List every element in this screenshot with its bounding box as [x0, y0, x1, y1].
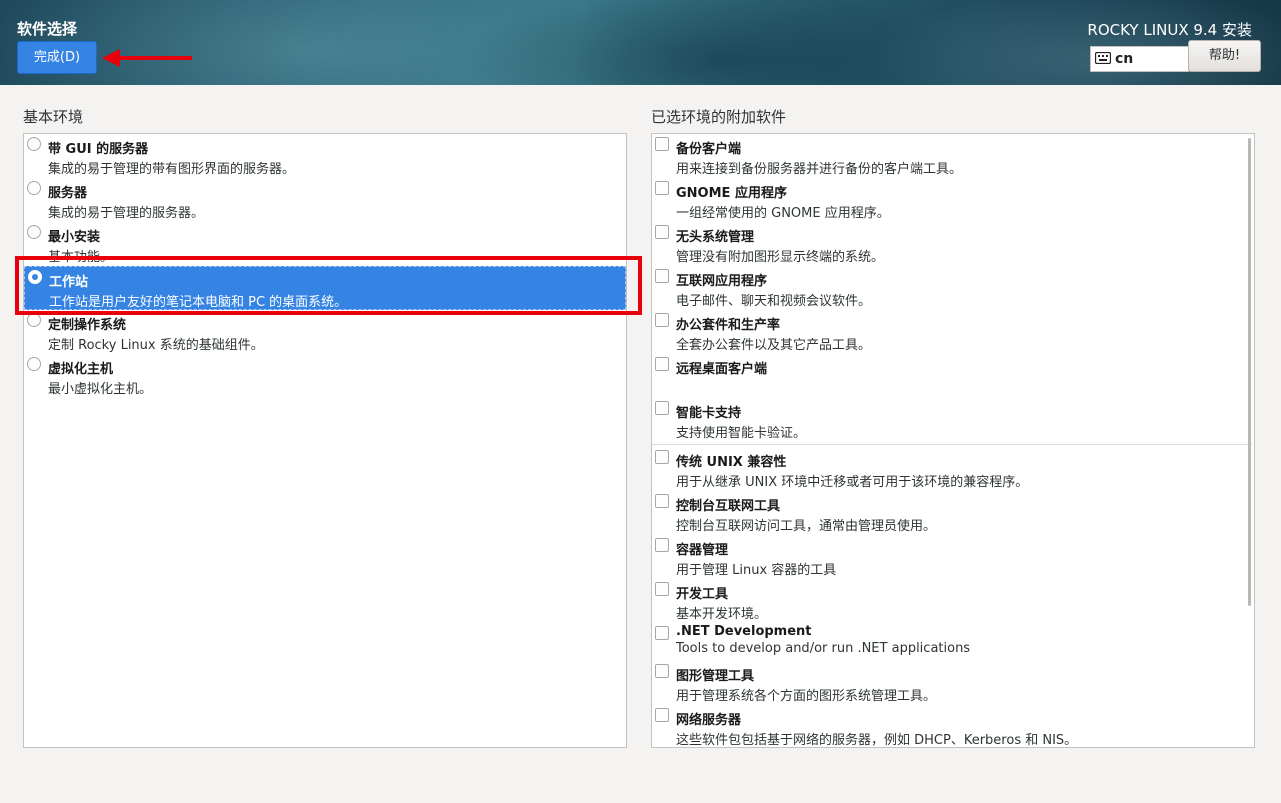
checkbox[interactable] — [655, 269, 669, 283]
addon-description: 电子邮件、聊天和视频会议软件。 — [676, 294, 872, 309]
addon-name: 图形管理工具 — [676, 669, 755, 684]
env-name: 最小安装 — [48, 230, 101, 245]
env-description: 定制 Rocky Linux 系统的基础组件。 — [48, 338, 264, 353]
env-item-custom-os[interactable]: 定制操作系统 定制 Rocky Linux 系统的基础组件。 — [24, 310, 626, 354]
addon-description: Tools to develop and/or run .NET applica… — [676, 641, 971, 656]
addon-item[interactable]: 开发工具 基本开发环境。 — [652, 579, 1254, 623]
help-button[interactable]: 帮助! — [1188, 40, 1261, 72]
page-title: 软件选择 — [17, 20, 78, 38]
checkbox[interactable] — [655, 225, 669, 239]
addon-item[interactable]: .NET Development Tools to develop and/or… — [652, 623, 1254, 661]
addon-description: 用于管理 Linux 容器的工具 — [676, 563, 837, 578]
addon-description: 这些软件包包括基于网络的服务器，例如 DHCP、Kerberos 和 NIS。 — [676, 733, 1078, 748]
list-separator — [652, 444, 1252, 445]
addon-description: 控制台互联网访问工具，通常由管理员使用。 — [676, 519, 937, 534]
addon-description: 用来连接到备份服务器并进行备份的客户端工具。 — [676, 162, 963, 177]
radio-button[interactable] — [27, 357, 41, 371]
addon-name: 开发工具 — [676, 587, 729, 602]
addon-item[interactable]: 远程桌面客户端 — [652, 354, 1254, 398]
keyboard-icon — [1095, 52, 1111, 64]
addons-list: 备份客户端 用来连接到备份服务器并进行备份的客户端工具。 GNOME 应用程序 … — [651, 133, 1255, 748]
radio-button[interactable] — [27, 225, 41, 239]
env-item-server-gui[interactable]: 带 GUI 的服务器 集成的易于管理的带有图形界面的服务器。 — [24, 134, 626, 178]
env-item-workstation[interactable]: 工作站 工作站是用户友好的笔记本电脑和 PC 的桌面系统。 — [24, 266, 626, 310]
annotation-arrow-icon — [102, 49, 192, 67]
addon-item[interactable]: 控制台互联网工具 控制台互联网访问工具，通常由管理员使用。 — [652, 491, 1254, 535]
env-description: 工作站是用户友好的笔记本电脑和 PC 的桌面系统。 — [49, 295, 348, 310]
header-bar: 软件选择 完成(D) ROCKY LINUX 9.4 安装 cn 帮助! — [0, 0, 1281, 85]
addon-description: 一组经常使用的 GNOME 应用程序。 — [676, 206, 890, 221]
product-title: ROCKY LINUX 9.4 安装 — [1087, 21, 1252, 39]
addon-description: 用于从继承 UNIX 环境中迁移或者可用于该环境的兼容程序。 — [676, 475, 1029, 490]
addon-name: 无头系统管理 — [676, 230, 755, 245]
addon-name: 办公套件和生产率 — [676, 318, 781, 333]
keyboard-layout-indicator[interactable]: cn — [1090, 46, 1189, 72]
checkbox[interactable] — [655, 357, 669, 371]
addon-name: GNOME 应用程序 — [676, 186, 787, 201]
base-environment-heading: 基本环境 — [23, 108, 84, 126]
addon-name: 传统 UNIX 兼容性 — [676, 455, 787, 470]
env-name: 带 GUI 的服务器 — [48, 142, 149, 157]
checkbox[interactable] — [655, 401, 669, 415]
addon-name: .NET Development — [676, 624, 812, 639]
env-description: 基本功能。 — [48, 250, 114, 265]
env-item-minimal[interactable]: 最小安装 基本功能。 — [24, 222, 626, 266]
addon-name: 远程桌面客户端 — [676, 362, 768, 377]
keyboard-layout-label: cn — [1115, 51, 1134, 67]
addon-item[interactable]: 智能卡支持 支持使用智能卡验证。 — [652, 398, 1254, 442]
env-item-server[interactable]: 服务器 集成的易于管理的服务器。 — [24, 178, 626, 222]
scrollbar[interactable] — [1248, 138, 1251, 606]
checkbox[interactable] — [655, 313, 669, 327]
checkbox[interactable] — [655, 137, 669, 151]
addon-description: 管理没有附加图形显示终端的系统。 — [676, 250, 885, 265]
env-name: 虚拟化主机 — [48, 362, 114, 377]
checkbox[interactable] — [655, 450, 669, 464]
checkbox[interactable] — [655, 582, 669, 596]
addon-item[interactable]: 网络服务器 这些软件包包括基于网络的服务器，例如 DHCP、Kerberos 和… — [652, 705, 1254, 748]
checkbox[interactable] — [655, 708, 669, 722]
radio-button[interactable] — [27, 181, 41, 195]
env-name: 服务器 — [48, 186, 88, 201]
addons-heading: 已选环境的附加软件 — [651, 108, 787, 126]
done-button[interactable]: 完成(D) — [17, 41, 97, 74]
env-description: 集成的易于管理的带有图形界面的服务器。 — [48, 162, 296, 177]
addon-item[interactable]: 图形管理工具 用于管理系统各个方面的图形系统管理工具。 — [652, 661, 1254, 705]
env-name: 定制操作系统 — [48, 318, 127, 333]
checkbox[interactable] — [655, 181, 669, 195]
addon-description: 支持使用智能卡验证。 — [676, 426, 807, 441]
addon-item[interactable]: 容器管理 用于管理 Linux 容器的工具 — [652, 535, 1254, 579]
addon-description: 用于管理系统各个方面的图形系统管理工具。 — [676, 689, 937, 704]
addon-item[interactable]: 传统 UNIX 兼容性 用于从继承 UNIX 环境中迁移或者可用于该环境的兼容程… — [652, 447, 1254, 491]
base-environment-list: 带 GUI 的服务器 集成的易于管理的带有图形界面的服务器。 服务器 集成的易于… — [23, 133, 627, 748]
addon-name: 备份客户端 — [676, 142, 742, 157]
checkbox[interactable] — [655, 664, 669, 678]
checkbox[interactable] — [655, 494, 669, 508]
addon-item[interactable]: 无头系统管理 管理没有附加图形显示终端的系统。 — [652, 222, 1254, 266]
addon-description: 基本开发环境。 — [676, 607, 768, 622]
addon-item[interactable]: 备份客户端 用来连接到备份服务器并进行备份的客户端工具。 — [652, 134, 1254, 178]
checkbox[interactable] — [655, 626, 669, 640]
addon-name: 智能卡支持 — [676, 406, 742, 421]
env-description: 集成的易于管理的服务器。 — [48, 206, 205, 221]
addon-name: 网络服务器 — [676, 713, 742, 728]
env-name: 工作站 — [49, 275, 89, 290]
addon-item[interactable]: 办公套件和生产率 全套办公套件以及其它产品工具。 — [652, 310, 1254, 354]
addon-description: 全套办公套件以及其它产品工具。 — [676, 338, 872, 353]
env-item-virtualization-host[interactable]: 虚拟化主机 最小虚拟化主机。 — [24, 354, 626, 398]
env-description: 最小虚拟化主机。 — [48, 382, 153, 397]
checkbox[interactable] — [655, 538, 669, 552]
addon-item[interactable]: 互联网应用程序 电子邮件、聊天和视频会议软件。 — [652, 266, 1254, 310]
addon-name: 容器管理 — [676, 543, 729, 558]
addon-name: 互联网应用程序 — [676, 274, 768, 289]
radio-button[interactable] — [27, 313, 41, 327]
radio-button-selected[interactable] — [28, 270, 42, 284]
addon-item[interactable]: GNOME 应用程序 一组经常使用的 GNOME 应用程序。 — [652, 178, 1254, 222]
radio-button[interactable] — [27, 137, 41, 151]
addon-name: 控制台互联网工具 — [676, 499, 781, 514]
